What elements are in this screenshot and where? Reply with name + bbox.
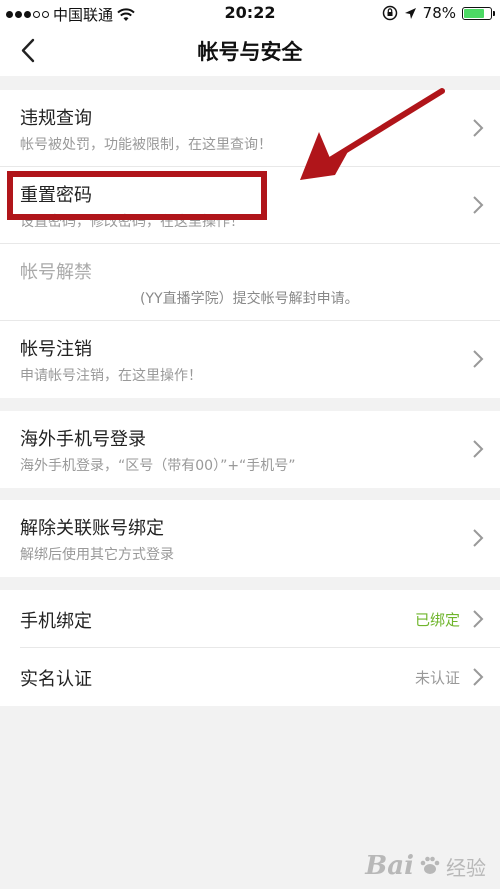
watermark: Bai 经验 (365, 851, 486, 881)
watermark-logo: Bai (365, 851, 414, 881)
chevron-right-icon (473, 668, 484, 686)
menu-item-title: 帐号解禁 (20, 262, 92, 283)
chevron-right-icon (473, 119, 484, 137)
battery-icon (462, 6, 495, 20)
menu-item-real-name-verification[interactable]: 实名认证 未认证 (0, 648, 500, 706)
menu-item-account-unban: 帐号解禁 (YY直播学院）提交帐号解封申请。 (0, 244, 500, 321)
verification-status-value: 未认证 (414, 669, 460, 687)
battery-percent: 78% (422, 4, 456, 22)
binding-status-value: 已绑定 (414, 611, 460, 629)
orientation-lock-icon (382, 5, 397, 21)
menu-item-subtitle: 解绑后使用其它方式登录 (20, 547, 174, 563)
menu-item-overseas-phone-login[interactable]: 海外手机号登录 海外手机登录，“区号（带有00）”+“手机号” (0, 411, 500, 488)
menu-item-subtitle: 申请帐号注销，在这里操作！ (20, 368, 202, 384)
menu-item-title: 帐号注销 (20, 339, 92, 360)
chevron-right-icon (473, 440, 484, 458)
battery-level (464, 8, 484, 18)
navigation-bar: 帐号与安全 (0, 26, 500, 76)
menu-item-subtitle: (YY直播学院）提交帐号解封申请。 (140, 291, 359, 307)
menu-item-title: 解除关联账号绑定 (20, 518, 164, 539)
menu-item-subtitle: 海外手机登录，“区号（带有00）”+“手机号” (20, 458, 296, 474)
menu-item-title: 违规查询 (20, 108, 92, 129)
chevron-right-icon (473, 196, 484, 214)
watermark-text: 经验 (446, 855, 486, 880)
location-arrow-icon (404, 7, 416, 19)
menu-item-title: 手机绑定 (20, 611, 92, 632)
chevron-right-icon (473, 610, 484, 628)
status-right: 78% (382, 4, 495, 22)
chevron-right-icon (473, 529, 484, 547)
menu-item-title: 海外手机号登录 (20, 429, 146, 450)
status-bar: 中国联通 20:22 78% (0, 0, 500, 26)
paw-icon (420, 856, 440, 874)
menu-item-unbind-linked-accounts[interactable]: 解除关联账号绑定 解绑后使用其它方式登录 (0, 500, 500, 577)
menu-item-title: 实名认证 (20, 669, 92, 690)
menu-item-violation-query[interactable]: 违规查询 帐号被处罚，功能被限制，在这里查询！ (0, 90, 500, 167)
menu-item-account-cancellation[interactable]: 帐号注销 申请帐号注销，在这里操作！ (0, 321, 500, 398)
menu-item-phone-binding[interactable]: 手机绑定 已绑定 (0, 590, 500, 648)
chevron-right-icon (473, 350, 484, 368)
menu-item-subtitle: 帐号被处罚，功能被限制，在这里查询！ (20, 137, 272, 153)
page-title: 帐号与安全 (197, 40, 303, 64)
highlight-box (7, 171, 267, 220)
